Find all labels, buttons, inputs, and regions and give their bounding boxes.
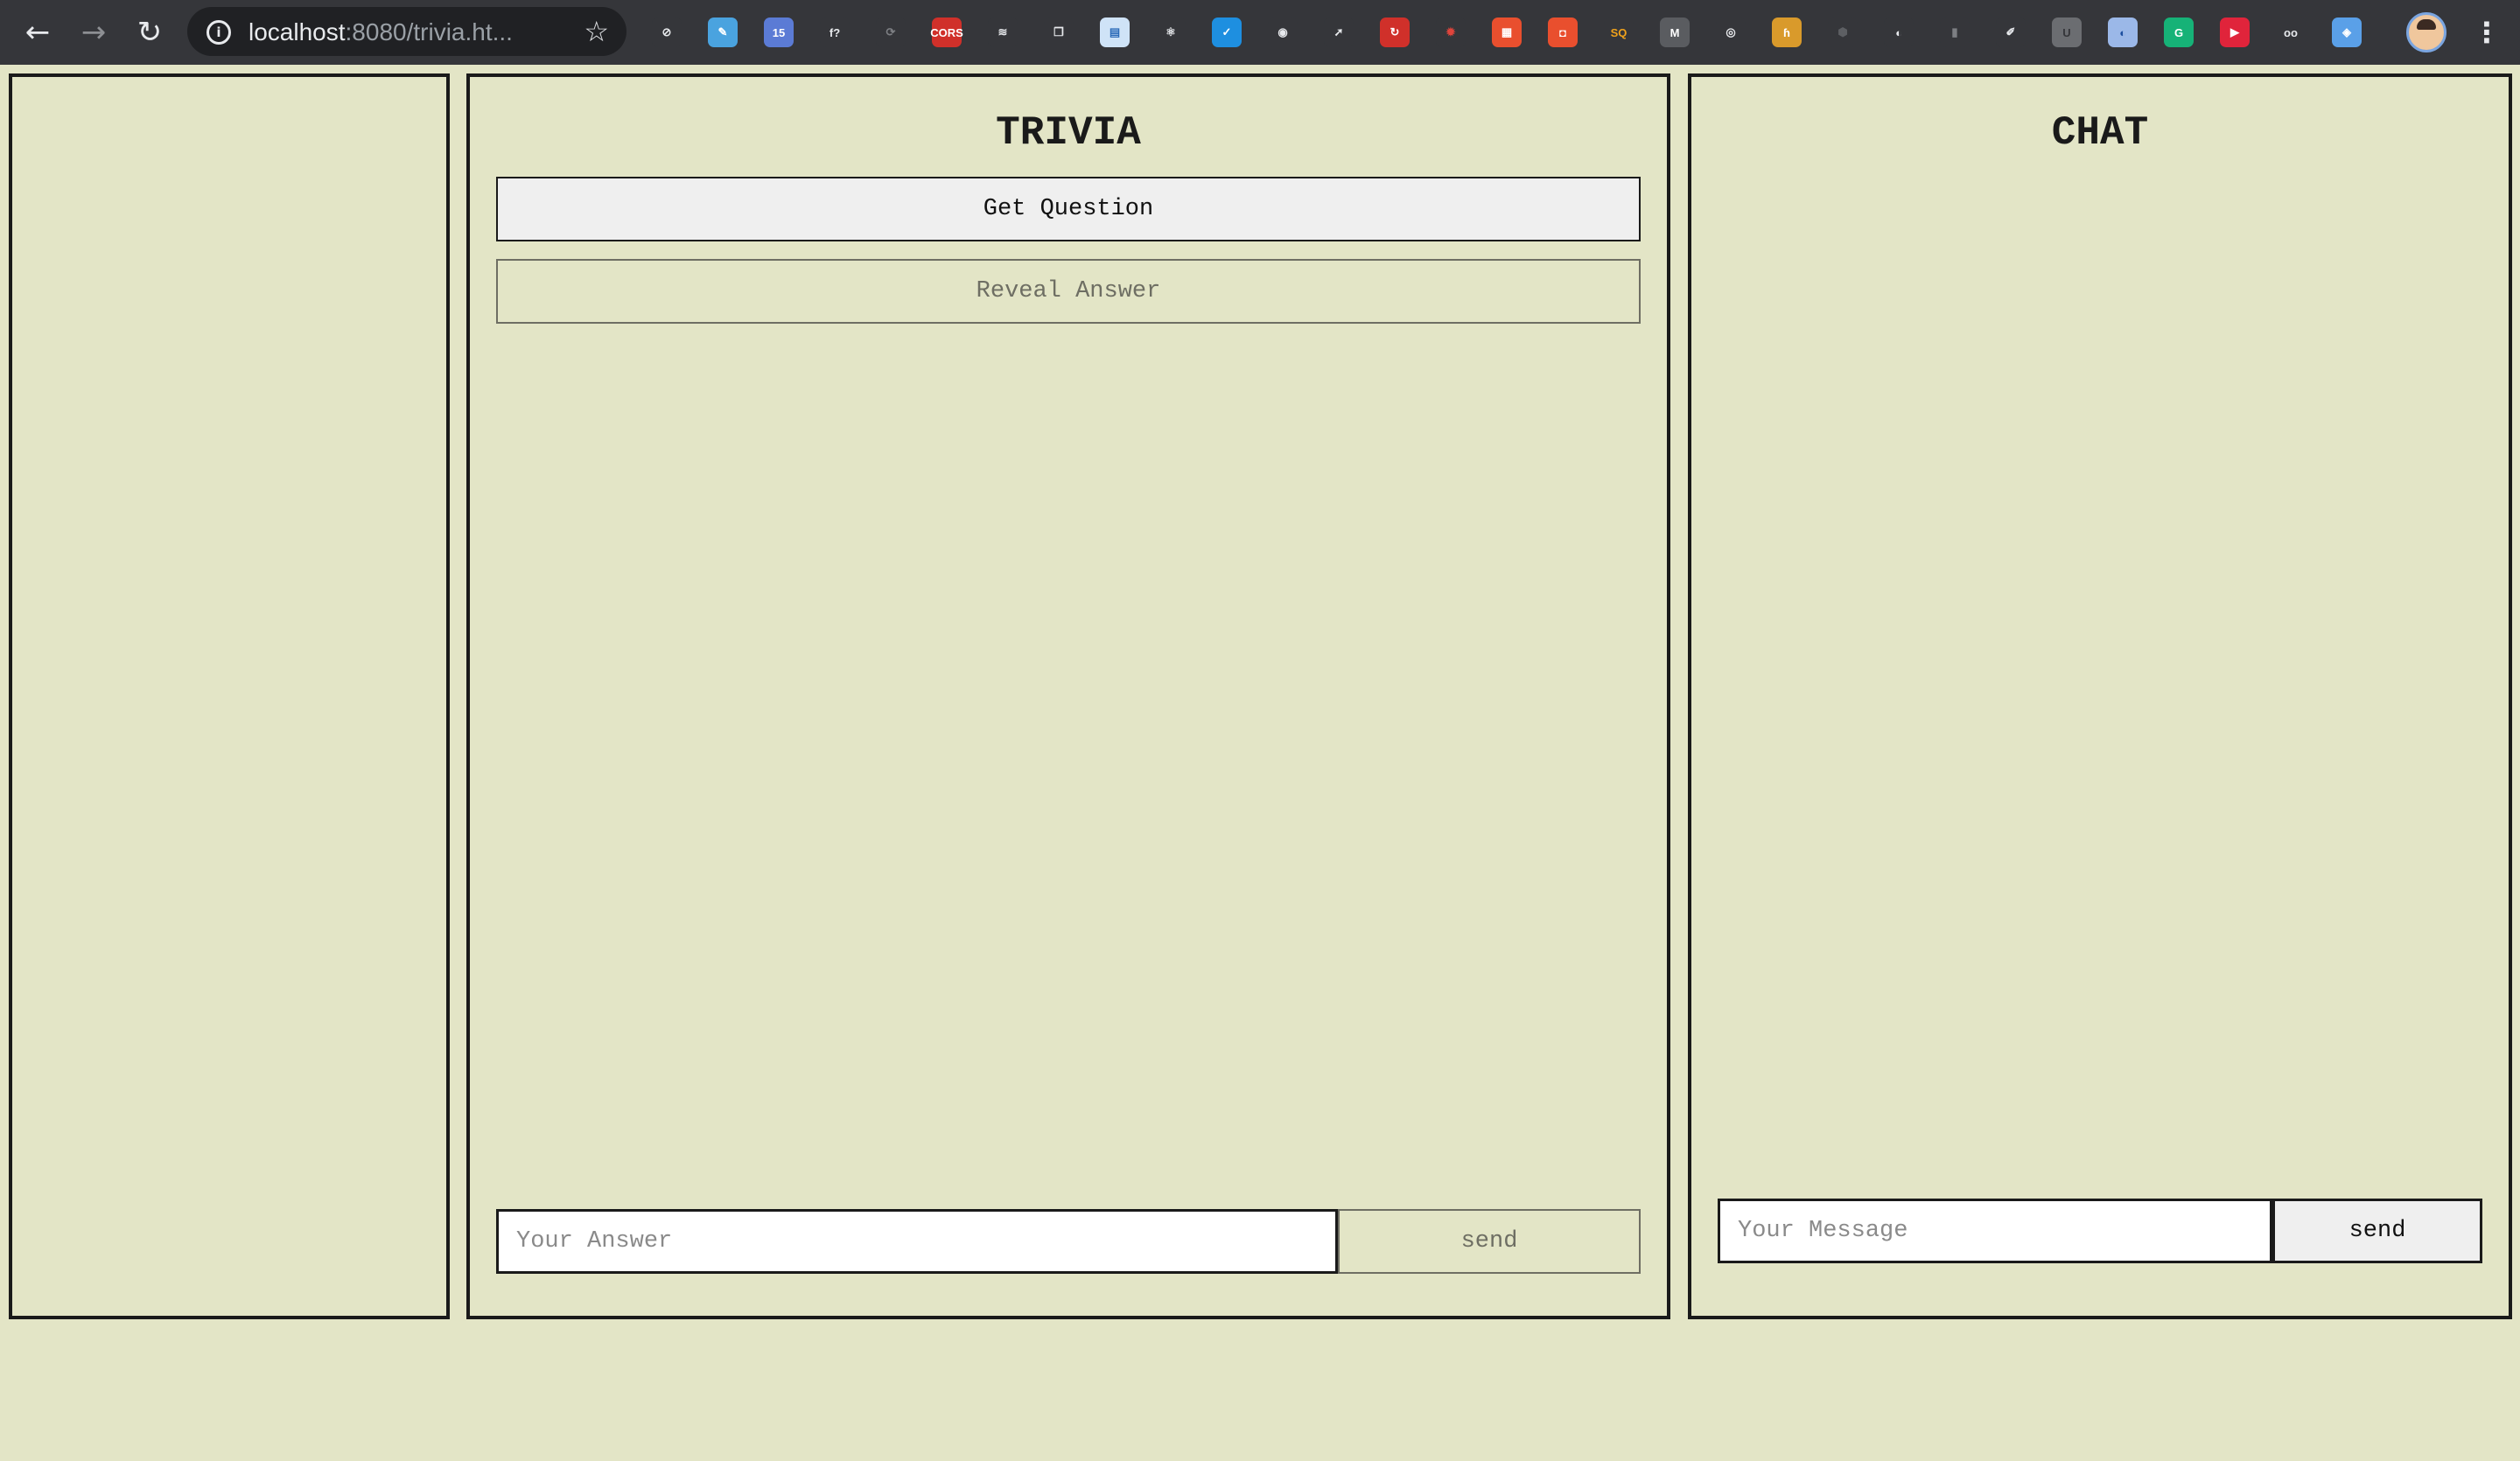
get-question-button[interactable]: Get Question	[496, 177, 1641, 241]
u-icon[interactable]: U	[2052, 17, 2082, 47]
sync-icon[interactable]: ⟳	[876, 17, 906, 47]
diamond-icon[interactable]: ◈	[2332, 17, 2362, 47]
menu-dots-icon[interactable]: ⋮	[2473, 12, 2501, 52]
url-rest: :8080/trivia.ht...	[345, 18, 513, 45]
layers-icon[interactable]: ≋	[988, 17, 1018, 47]
pen-icon[interactable]: ✎	[708, 17, 738, 47]
function-icon[interactable]: f?	[820, 17, 850, 47]
forward-icon[interactable]: →	[74, 12, 114, 52]
sq-icon[interactable]: SQ	[1604, 17, 1634, 47]
cors-icon[interactable]: CORS	[930, 17, 963, 47]
glasses-icon[interactable]: oo	[2276, 17, 2306, 47]
hexagon-icon[interactable]: ⬢	[1828, 17, 1858, 47]
back-icon[interactable]: ←	[18, 12, 58, 52]
send-answer-button[interactable]: send	[1338, 1209, 1641, 1274]
record-icon[interactable]: ◉	[1268, 17, 1298, 47]
trivia-panel: TRIVIA Get Question Reveal Answer send	[466, 73, 1670, 1319]
message-input[interactable]	[1718, 1199, 2272, 1263]
grammarly-icon[interactable]: G	[2164, 17, 2194, 47]
moon-icon[interactable]: ◐	[1884, 17, 1914, 47]
compass-icon[interactable]: ⊘	[652, 17, 682, 47]
reveal-answer-button[interactable]: Reveal Answer	[496, 259, 1641, 324]
send-message-button[interactable]: send	[2272, 1199, 2482, 1263]
target-icon[interactable]: ◎	[1716, 17, 1746, 47]
trivia-title: TRIVIA	[996, 110, 1141, 156]
profile-avatar[interactable]	[2406, 12, 2446, 52]
card-icon[interactable]: ▤	[1100, 17, 1130, 47]
answer-input[interactable]	[496, 1209, 1338, 1274]
grid-icon[interactable]: ▦	[1492, 17, 1522, 47]
gmail-icon[interactable]: M	[1660, 17, 1690, 47]
windows-icon[interactable]: ❐	[1044, 17, 1074, 47]
browser-toolbar: ← → ↻ i localhost:8080/trivia.ht... ☆ ⊘ ✎…	[0, 0, 2520, 65]
left-panel	[9, 73, 450, 1319]
url-host: localhost	[248, 18, 346, 45]
address-bar[interactable]: i localhost:8080/trivia.ht... ☆	[187, 7, 626, 56]
bars-icon[interactable]: ▮	[1940, 17, 1970, 47]
calendar-icon[interactable]: 15	[764, 17, 794, 47]
chat-panel: CHAT send	[1688, 73, 2512, 1319]
info-icon[interactable]: i	[206, 20, 231, 45]
chat-title: CHAT	[2051, 110, 2149, 156]
bookmark-star-icon[interactable]: ☆	[584, 15, 609, 48]
react-icon[interactable]: ⚛	[1156, 17, 1186, 47]
bug-icon[interactable]: ✹	[1436, 17, 1466, 47]
shield-icon[interactable]: ◐	[2108, 17, 2138, 47]
reload-icon[interactable]: ↻	[130, 12, 170, 52]
url-text[interactable]: localhost:8080/trivia.ht...	[248, 18, 513, 46]
cursor-icon[interactable]: ➚	[1324, 17, 1354, 47]
eyedropper-icon[interactable]: ✐	[1996, 17, 2026, 47]
video-icon[interactable]: ▶	[2220, 17, 2250, 47]
refresh-red-icon[interactable]: ↻	[1380, 17, 1410, 47]
h-icon[interactable]: ɦ	[1772, 17, 1802, 47]
gift-icon[interactable]: ◘	[1548, 17, 1578, 47]
check-icon[interactable]: ✓	[1212, 17, 1242, 47]
